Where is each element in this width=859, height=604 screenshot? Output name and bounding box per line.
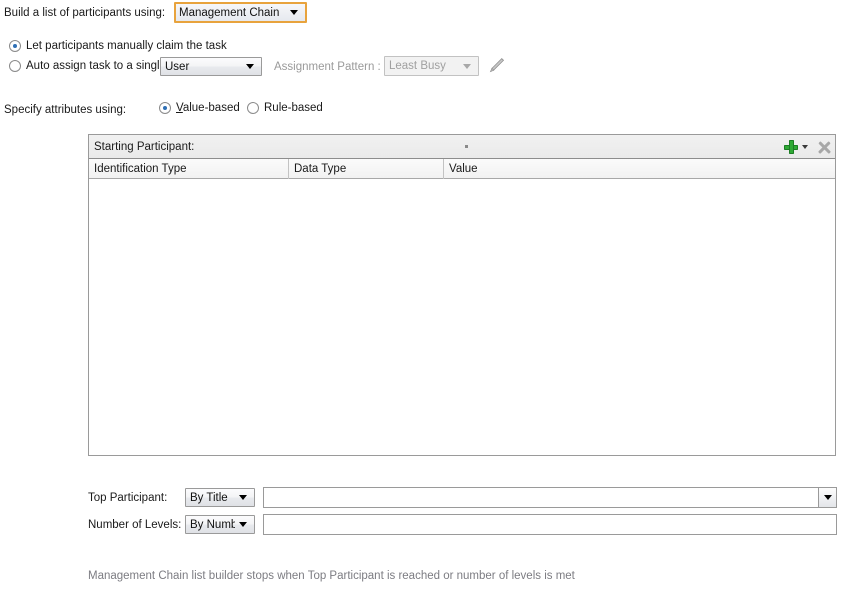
footer-note: Management Chain list builder stops when…	[88, 570, 575, 582]
chevron-down-icon	[290, 10, 298, 15]
radio-manual-claim[interactable]: Let participants manually claim the task	[9, 40, 227, 52]
number-of-levels-label: Number of Levels:	[88, 519, 182, 531]
starting-participant-title: Starting Participant:	[94, 140, 195, 153]
title-bar-dot-icon	[465, 145, 468, 148]
build-list-combo[interactable]: Management Chain	[174, 2, 307, 23]
radio-rule-based-control[interactable]	[247, 102, 259, 114]
participant-table-header: Identification Type Data Type Value	[89, 158, 835, 179]
radio-rule-based[interactable]: Rule-based	[247, 102, 323, 114]
radio-value-based-control[interactable]	[159, 102, 171, 114]
chevron-down-icon	[246, 64, 254, 69]
radio-auto-assign-control[interactable]	[9, 60, 21, 72]
radio-value-based[interactable]: Value-based	[159, 102, 240, 114]
chevron-down-icon	[823, 495, 832, 500]
radio-manual-claim-control[interactable]	[9, 40, 21, 52]
top-participant-mode-combo[interactable]: By Title	[185, 488, 255, 507]
auto-assign-target-value: User	[165, 60, 190, 73]
column-header-value[interactable]: Value	[444, 159, 835, 179]
top-participant-label: Top Participant:	[88, 492, 168, 504]
radio-value-based-mnemonic: V	[176, 102, 183, 114]
specify-attributes-label: Specify attributes using:	[4, 104, 127, 116]
radio-auto-assign[interactable]: Auto assign task to a single	[9, 60, 166, 72]
radio-value-based-label: Value-based	[176, 102, 240, 114]
number-of-levels-mode-value: By Number	[190, 518, 235, 531]
radio-value-based-rest: alue-based	[182, 102, 240, 114]
chevron-down-icon	[239, 495, 247, 500]
column-header-data-type[interactable]: Data Type	[289, 158, 444, 179]
chevron-down-icon	[239, 522, 247, 527]
top-participant-field[interactable]	[263, 487, 837, 508]
delete-x-icon[interactable]	[817, 140, 831, 154]
starting-participant-toolbar	[784, 135, 831, 159]
auto-assign-target-combo[interactable]: User	[160, 57, 262, 76]
assignment-pattern-value: Least Busy	[389, 60, 446, 72]
number-of-levels-mode-combo[interactable]: By Number	[185, 515, 255, 534]
add-plus-icon[interactable]	[784, 140, 798, 154]
column-header-identification-type[interactable]: Identification Type	[89, 158, 289, 179]
pencil-icon	[489, 58, 505, 73]
top-participant-mode-value: By Title	[190, 491, 228, 504]
chevron-down-icon[interactable]	[802, 145, 808, 149]
top-participant-input[interactable]	[264, 488, 818, 507]
chevron-down-icon	[463, 63, 471, 69]
radio-manual-claim-label: Let participants manually claim the task	[26, 40, 227, 52]
number-of-levels-input[interactable]	[264, 515, 836, 534]
edit-pattern-button[interactable]	[488, 57, 505, 77]
build-list-label: Build a list of participants using:	[4, 7, 166, 19]
starting-participant-panel: Starting Participant: Identification Typ…	[88, 134, 836, 456]
number-of-levels-field[interactable]	[263, 514, 837, 535]
build-list-combo-value: Management Chain	[179, 6, 280, 19]
top-participant-dropdown-button[interactable]	[818, 488, 836, 507]
radio-auto-assign-label: Auto assign task to a single	[26, 60, 166, 72]
assignment-pattern-combo: Least Busy	[384, 56, 479, 76]
radio-rule-based-label: Rule-based	[264, 102, 323, 114]
starting-participant-title-bar: Starting Participant:	[89, 135, 835, 159]
assignment-pattern-label: Assignment Pattern :	[274, 61, 381, 73]
participant-table-body[interactable]	[89, 179, 835, 454]
